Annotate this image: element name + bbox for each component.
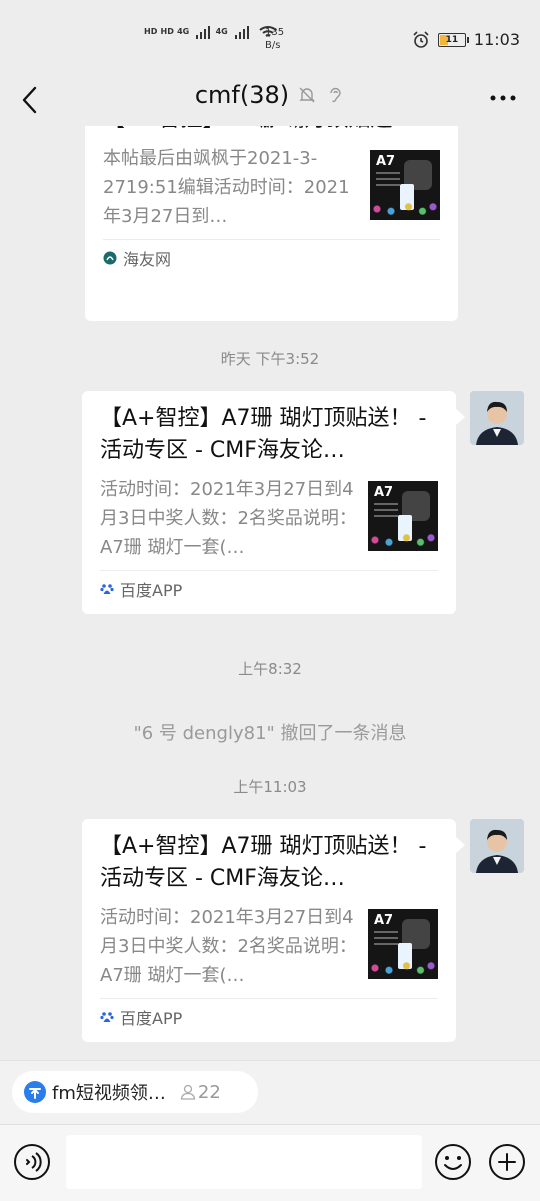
pinned-bar: fm短视频领… 22 <box>0 1060 540 1125</box>
avatar[interactable] <box>470 819 524 873</box>
plus-icon[interactable] <box>488 1143 526 1181</box>
timestamp: 上午11:03 <box>233 778 307 796</box>
timestamp: 上午8:32 <box>238 660 302 678</box>
hd-badge: HD <box>144 26 158 36</box>
chat-header: cmf(38) <box>0 78 540 126</box>
earpiece-icon <box>330 87 341 103</box>
network-type: 4G <box>215 27 228 36</box>
chevron-left-icon[interactable] <box>14 82 50 118</box>
alarm-icon <box>413 30 429 48</box>
card-thumbnail: A7 <box>368 481 438 551</box>
card-title: 【A+智控】A7珊 瑚灯顶贴送！ <box>85 126 458 136</box>
link-card[interactable]: 【A+智控】A7珊 瑚灯顶贴送！ - 活动专区 - CMF海友论… 活动时间：2… <box>82 391 456 614</box>
voice-icon[interactable] <box>13 1143 51 1181</box>
baidu-paw-icon <box>100 1012 114 1022</box>
emoji-icon[interactable] <box>434 1143 472 1181</box>
pinned-count: 22 <box>180 1082 221 1103</box>
signal-icon <box>234 26 249 39</box>
chat-title[interactable]: cmf(38) <box>195 78 289 112</box>
pinned-label: fm短视频领… <box>52 1083 166 1104</box>
card-source: 海友网 <box>85 240 458 276</box>
avatar-image <box>470 819 524 873</box>
haiyou-logo-icon <box>103 251 117 265</box>
battery-icon: 11 <box>437 32 469 47</box>
message-input[interactable] <box>66 1135 422 1189</box>
card-title: 【A+智控】A7珊 瑚灯顶贴送！ - 活动专区 - CMF海友论… <box>100 834 427 891</box>
signal-icon <box>196 26 211 39</box>
card-source: 百度APP <box>82 571 456 607</box>
baidu-paw-icon <box>100 584 114 594</box>
status-bar: HD HD 4G 4G 135 B/s 11 11:03 <box>0 0 540 78</box>
net-speed: 135 B/s <box>265 27 285 51</box>
more-dots-icon[interactable] <box>488 88 518 108</box>
avatar[interactable] <box>470 391 524 445</box>
card-description: 本帖最后由飒枫于2021-3-2719:51编辑活动时间：2021年3月27日到… <box>103 148 350 227</box>
bell-muted-icon <box>299 87 315 103</box>
chat-messages[interactable]: 【A+智控】A7珊 瑚灯顶贴送！ 本帖最后由飒枫于2021-3-2719:51编… <box>0 126 540 1060</box>
card-source: 百度APP <box>82 999 456 1035</box>
person-icon <box>180 1084 196 1100</box>
hd-badge: HD <box>160 26 174 36</box>
avatar-image <box>470 391 524 445</box>
link-card[interactable]: 【A+智控】A7珊 瑚灯顶贴送！ 本帖最后由飒枫于2021-3-2719:51编… <box>85 126 458 321</box>
input-bar <box>0 1124 540 1201</box>
card-description: 活动时间：2021年3月27日到4月3日中奖人数：2名奖品说明：A7珊 瑚灯一套… <box>100 479 357 558</box>
card-title: 【A+智控】A7珊 瑚灯顶贴送！ - 活动专区 - CMF海友论… <box>100 406 427 463</box>
network-indicator: HD HD 4G 4G <box>144 24 278 40</box>
link-card[interactable]: 【A+智控】A7珊 瑚灯顶贴送！ - 活动专区 - CMF海友论… 活动时间：2… <box>82 819 456 1042</box>
card-thumbnail: A7 <box>368 909 438 979</box>
pinned-chip[interactable]: fm短视频领… 22 <box>12 1071 258 1113</box>
recall-notice: "6 号 dengly81" 撤回了一条消息 <box>133 723 407 744</box>
timestamp: 昨天 下午3:52 <box>220 350 320 368</box>
card-description: 活动时间：2021年3月27日到4月3日中奖人数：2名奖品说明：A7珊 瑚灯一套… <box>100 907 357 986</box>
mini-program-icon <box>24 1081 46 1103</box>
clock: 11:03 <box>473 30 520 49</box>
network-type: 4G <box>177 27 190 36</box>
card-thumbnail: A7 <box>370 150 440 220</box>
